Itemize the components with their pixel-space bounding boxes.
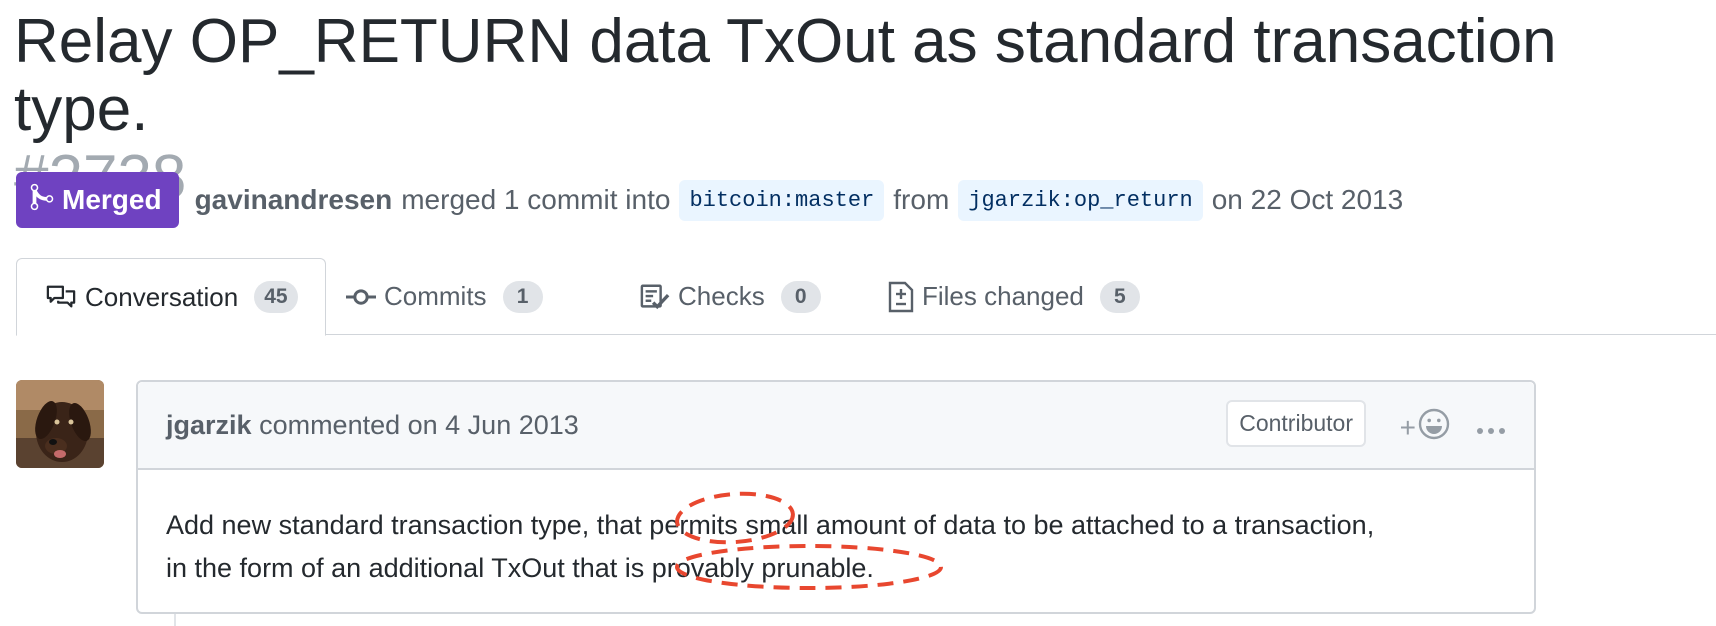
comment-body-line-1: Add new standard transaction type, that … [166, 510, 1375, 540]
base-branch[interactable]: bitcoin:master [679, 179, 885, 221]
tab-conversation[interactable]: Conversation 45 [16, 258, 326, 336]
git-merge-icon [30, 182, 54, 219]
tab-files-changed[interactable]: Files changed 5 [888, 258, 1140, 335]
avatar[interactable] [16, 380, 104, 468]
merge-date: on 22 Oct 2013 [1211, 184, 1404, 215]
pr-tabs: Conversation 45 Commits 1 Checks 0 Files… [16, 258, 1716, 336]
head-branch[interactable]: jgarzik:op_return [958, 179, 1203, 221]
comment-discussion-icon [45, 282, 77, 312]
git-commit-icon [346, 282, 376, 312]
merge-summary: gavinandresen merged 1 commit into bitco… [195, 179, 1404, 221]
timeline-line [174, 614, 176, 626]
add-reaction-button[interactable]: + [1400, 408, 1450, 447]
tab-files-changed-count: 5 [1099, 280, 1140, 313]
tab-conversation-count: 45 [254, 281, 298, 313]
tab-checks[interactable]: Checks 0 [640, 258, 821, 335]
comment-byline: jgarzik commented on 4 Jun 2013 [166, 410, 579, 441]
checklist-icon [640, 282, 670, 312]
comment-body: Add new standard transaction type, that … [138, 470, 1534, 590]
merged-state-badge: Merged [16, 172, 179, 228]
tab-commits-label: Commits [384, 281, 487, 311]
merge-action-text: merged 1 commit into [401, 184, 671, 215]
comment-timestamp[interactable]: commented on 4 Jun 2013 [259, 410, 579, 440]
comment-header: jgarzik commented on 4 Jun 2013 Contribu… [138, 382, 1534, 470]
tab-commits[interactable]: Commits 1 [346, 258, 543, 335]
contributor-badge: Contributor [1226, 400, 1366, 447]
tab-conversation-label: Conversation [85, 281, 239, 312]
merger-username[interactable]: gavinandresen [195, 184, 393, 216]
comment-author[interactable]: jgarzik [166, 410, 252, 440]
comment-body-line-2: in the form of an additional TxOut that … [166, 553, 874, 583]
smiley-icon [1418, 408, 1450, 447]
pr-meta: Merged gavinandresen merged 1 commit int… [16, 172, 1403, 228]
pr-title-text: Relay OP_RETURN data TxOut as standard t… [14, 7, 1557, 144]
tab-files-changed-label: Files changed [922, 281, 1084, 311]
tab-commits-count: 1 [502, 280, 543, 313]
file-diff-icon [888, 280, 914, 314]
react-plus: + [1399, 411, 1416, 443]
from-text: from [893, 184, 950, 215]
tab-checks-label: Checks [678, 281, 765, 311]
merged-state-label: Merged [62, 184, 162, 215]
comment-box: jgarzik commented on 4 Jun 2013 Contribu… [136, 380, 1536, 614]
kebab-menu-icon[interactable] [1476, 422, 1506, 440]
tab-checks-count: 0 [780, 280, 821, 313]
